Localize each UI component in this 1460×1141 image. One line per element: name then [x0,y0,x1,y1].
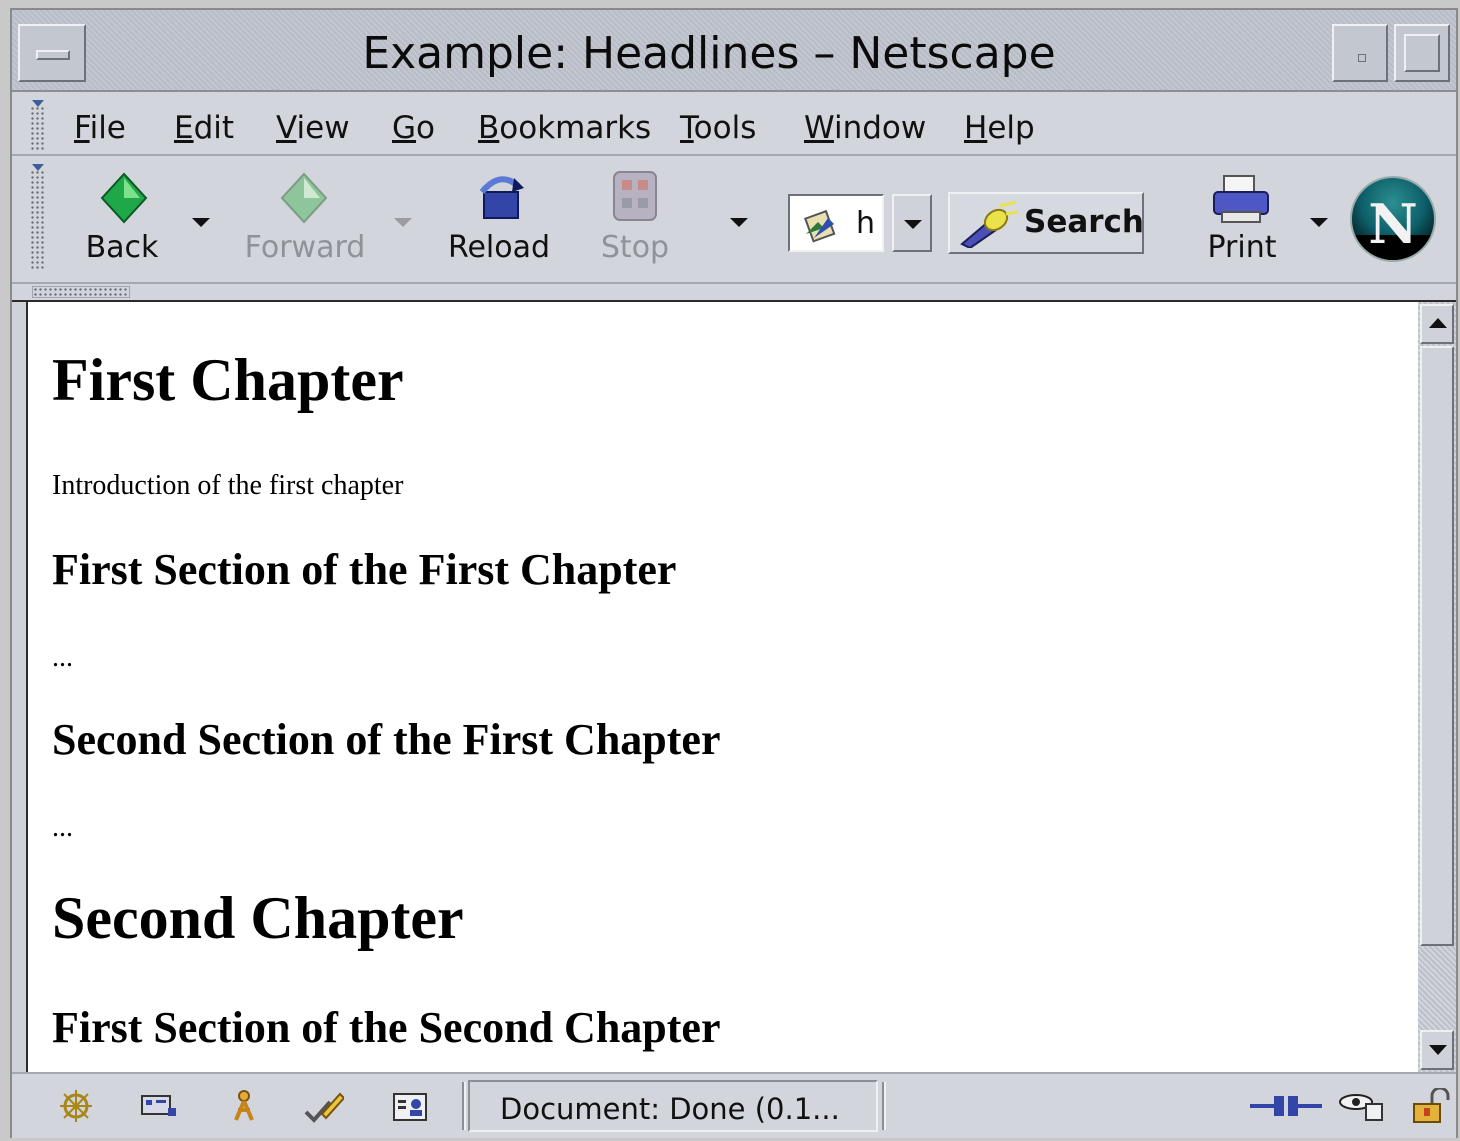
instant-messenger-icon[interactable] [224,1088,264,1124]
collapsed-toolbar-grip[interactable] [32,286,130,298]
lock-icon[interactable] [1410,1088,1450,1124]
mail-icon[interactable] [138,1088,178,1124]
page-proxy-icon [804,209,836,243]
maximize-button[interactable] [1394,24,1450,82]
search-flashlight-icon [960,200,1019,248]
reload-label: Reload [447,230,551,265]
navigation-toolbar: Back Forward Reload Stop h Search Print … [12,156,1456,284]
stop-icon [613,171,657,221]
arrow-up-icon [1429,318,1447,328]
location-field[interactable]: h [788,194,884,252]
collapsed-toolbar-strip [12,284,1456,302]
print-button[interactable]: Print [1192,156,1292,276]
reload-button[interactable]: Reload [444,156,554,276]
menu-tools[interactable]: Tools [680,110,756,146]
location-text: h [856,206,876,241]
back-label: Back [85,230,159,265]
scrollbar-thumb[interactable] [1420,346,1454,946]
menu-view-mnemonic: V [276,110,297,146]
menu-window[interactable]: Window [804,110,926,146]
chevron-down-icon [904,220,922,229]
menu-go-mnemonic: G [392,110,417,146]
status-text: Document: Done (0.1... [500,1092,840,1126]
scroll-up-button[interactable] [1420,304,1454,344]
status-message-panel: Document: Done (0.1... [468,1080,878,1132]
forward-history-dropdown[interactable] [394,218,412,227]
menu-bookmarks[interactable]: Bookmarks [478,110,651,146]
search-button[interactable]: Search [948,192,1144,254]
menu-help-mnemonic: H [964,110,988,146]
heading-first-chapter: First Chapter [52,347,404,413]
menu-go[interactable]: Go [392,110,435,146]
printer-icon [1213,175,1269,223]
search-label: Search [1024,204,1145,240]
forward-arrow-icon [280,172,328,224]
back-button[interactable]: Back [72,156,172,276]
menu-window-label: indow [833,110,927,146]
heading-first-section-first-chapter: First Section of the First Chapter [52,545,677,594]
menu-tools-label: ools [693,110,757,146]
heading-second-section-first-chapter: Second Section of the First Chapter [52,715,721,764]
arrow-down-icon [1429,1045,1447,1055]
menu-help-label: elp [987,110,1035,146]
title-bar[interactable]: Example: Headlines – Netscape [12,10,1456,92]
menu-edit-mnemonic: E [174,110,194,146]
menu-edit-label: dit [193,110,235,146]
scroll-down-button[interactable] [1420,1030,1454,1070]
menu-bookmarks-label: ookmarks [499,110,652,146]
menu-bar: File Edit View Go Bookmarks Tools Window… [12,92,1456,156]
reload-icon [479,176,524,219]
print-options-dropdown[interactable] [1310,218,1328,227]
page-content: First Chapter Introduction of the first … [26,302,1420,1072]
netscape-logo-icon[interactable]: N [1350,176,1436,262]
window-title: Example: Headlines – Netscape [362,28,1056,79]
stop-button[interactable]: Stop [590,156,680,276]
forward-button[interactable]: Forward [240,156,370,276]
menu-window-mnemonic: W [804,110,834,146]
toolbar-more-dropdown[interactable] [730,218,748,227]
menu-help[interactable]: Help [964,110,1035,146]
menu-go-label: o [416,110,435,146]
minimize-button[interactable] [1332,24,1388,82]
toolbar-grip-handle[interactable] [30,164,46,270]
heading-second-chapter: Second Chapter [52,885,464,951]
menu-file-mnemonic: F [74,110,90,146]
heading-first-section-second-chapter: First Section of the Second Chapter [52,1003,721,1052]
menu-view[interactable]: View [276,110,350,146]
menubar-grip-handle[interactable] [30,100,46,150]
location-dropdown-button[interactable] [892,194,932,252]
menu-file-label: ile [89,110,126,146]
status-bar: Document: Done (0.1... [12,1072,1456,1138]
back-arrow-icon [100,172,148,224]
status-divider [462,1082,466,1130]
ellipsis-paragraph: ... [52,812,73,843]
menu-file[interactable]: File [74,110,126,146]
back-history-dropdown[interactable] [192,218,210,227]
menu-view-label: iew [296,110,350,146]
address-book-icon[interactable] [390,1088,430,1124]
stop-label: Stop [600,230,670,265]
menu-edit[interactable]: Edit [174,110,234,146]
ellipsis-paragraph: ... [52,642,73,673]
print-label: Print [1207,230,1277,265]
online-connection-icon[interactable] [1248,1088,1324,1124]
status-divider [882,1082,886,1130]
navigator-icon[interactable] [56,1088,96,1124]
intro-paragraph: Introduction of the first chapter [52,470,404,501]
forward-label: Forward [244,230,366,265]
security-eye-icon[interactable] [1336,1088,1386,1124]
netscape-logo-letter: N [1368,192,1418,256]
browser-window: Example: Headlines – Netscape File Edit … [10,8,1458,1138]
composer-icon[interactable] [304,1088,344,1124]
menu-bookmarks-mnemonic: B [478,110,500,146]
vertical-scrollbar[interactable] [1418,302,1456,1072]
window-menu-button[interactable] [18,24,86,82]
menu-tools-mnemonic: T [680,110,694,146]
